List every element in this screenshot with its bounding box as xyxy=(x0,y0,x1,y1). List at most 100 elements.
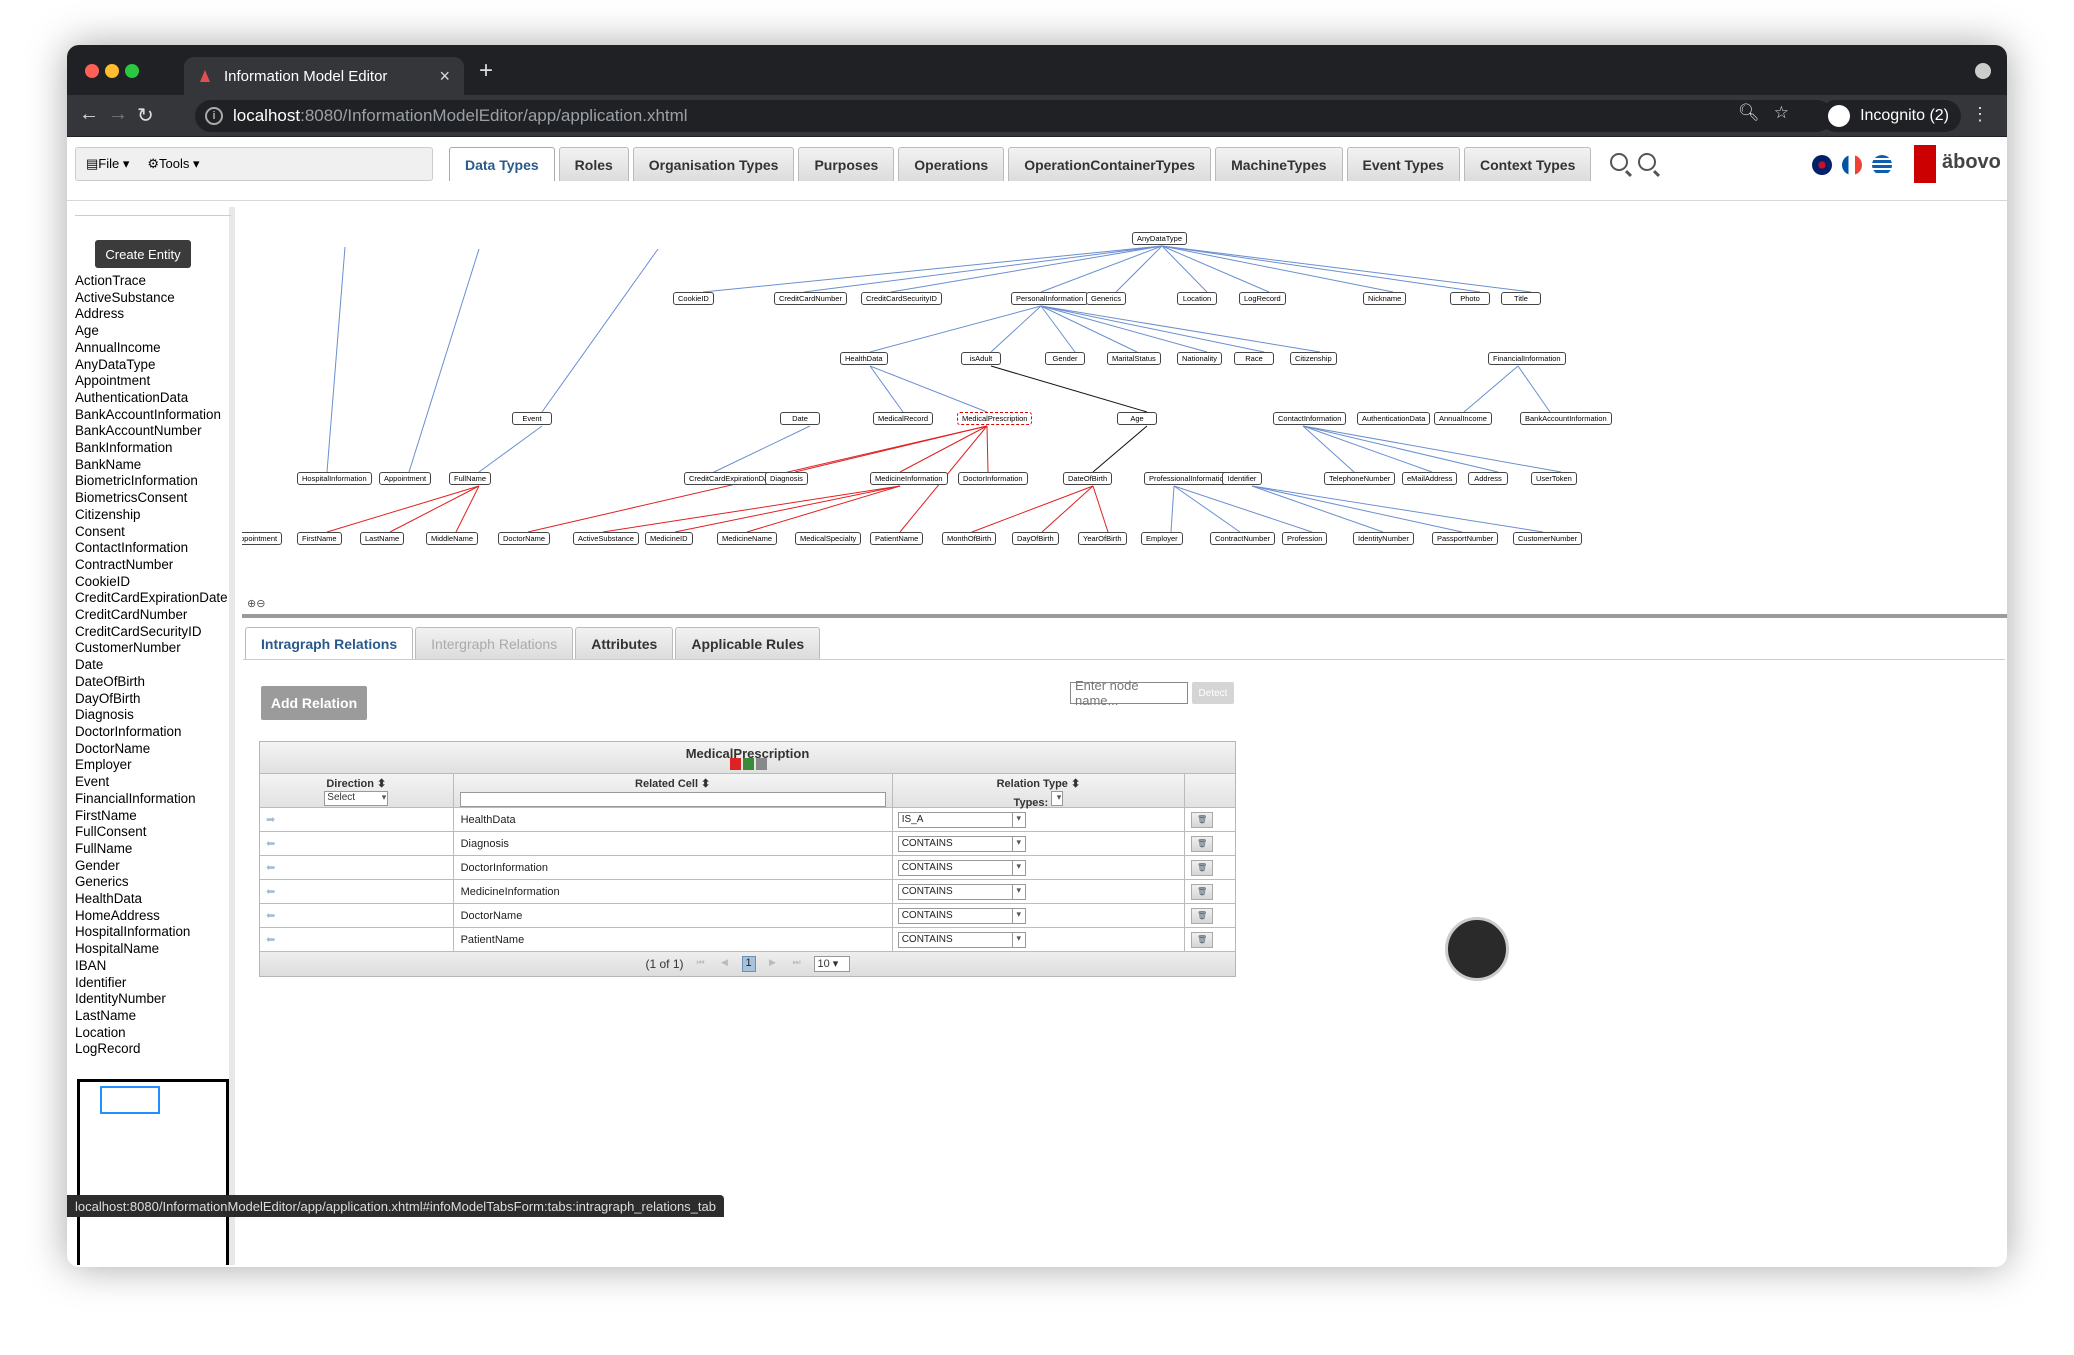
reload-icon[interactable]: ↻ xyxy=(137,103,154,128)
graph-node[interactable]: Title xyxy=(1501,292,1541,305)
graph-node[interactable]: MonthOfBirth xyxy=(942,532,997,545)
entity-list-item[interactable]: Date xyxy=(75,657,233,674)
graph-node[interactable]: Race xyxy=(1234,352,1274,365)
entity-list-item[interactable]: Identifier xyxy=(75,975,233,992)
graph-node[interactable]: DateOfBirth xyxy=(1063,472,1113,485)
entity-list-item[interactable]: Age xyxy=(75,323,233,340)
zoom-in-icon[interactable] xyxy=(1610,153,1628,171)
entity-list-item[interactable]: LastName xyxy=(75,1008,233,1025)
graph-node[interactable]: Identifier xyxy=(1222,472,1262,485)
graph-node[interactable]: FullName xyxy=(449,472,492,485)
back-arrow-icon[interactable]: ← xyxy=(79,103,99,126)
tab-machinetypes[interactable]: MachineTypes xyxy=(1215,147,1343,181)
maximize-window-button[interactable] xyxy=(125,64,139,78)
delete-relation-icon[interactable]: 🗑 xyxy=(1191,859,1214,876)
delete-relation-icon[interactable]: 🗑 xyxy=(1191,835,1214,852)
graph-canvas[interactable]: AnyDataType CookieID CreditCardNumber Credi… xyxy=(242,209,2007,609)
entity-list-item[interactable]: DoctorInformation xyxy=(75,724,233,741)
graph-node[interactable]: DayOfBirth xyxy=(1012,532,1059,545)
delete-relation-icon[interactable]: 🗑 xyxy=(1191,883,1214,900)
graph-node[interactable]: LogRecord xyxy=(1239,292,1286,305)
entity-list-item[interactable]: Gender xyxy=(75,858,233,875)
entity-list-item[interactable]: HomeAddress xyxy=(75,908,233,925)
graph-node[interactable]: Address xyxy=(1468,472,1508,485)
graph-node[interactable]: Nationality xyxy=(1177,352,1223,365)
graph-node[interactable]: BankAccountInformation xyxy=(1520,412,1612,425)
graph-node[interactable]: FinancialInformation xyxy=(1488,352,1566,365)
entity-list-item[interactable]: IdentityNumber xyxy=(75,991,233,1008)
entity-list-item[interactable]: CreditCardExpirationDate xyxy=(75,590,233,607)
entity-list-item[interactable]: Location xyxy=(75,1025,233,1042)
table-row[interactable]: ⬅ MedicineInformationCONTAINS 🗑 xyxy=(260,880,1235,904)
chatbot-avatar-icon[interactable] xyxy=(1445,917,1509,981)
entity-list-item[interactable]: Address xyxy=(75,306,233,323)
related-cell-filter-input[interactable] xyxy=(459,792,886,807)
graph-node[interactable]: AnnualIncome xyxy=(1434,412,1492,425)
tab-purposes[interactable]: Purposes xyxy=(798,147,895,181)
entity-list-item[interactable]: ActiveSubstance xyxy=(75,290,233,307)
file-menu[interactable]: ▤File ▾ xyxy=(86,156,129,172)
last-page-icon[interactable]: ⏭ xyxy=(790,957,804,971)
entity-list-item[interactable]: AuthenticationData xyxy=(75,390,233,407)
table-row[interactable]: ⬅ DiagnosisCONTAINS 🗑 xyxy=(260,832,1235,856)
page-1-link[interactable]: 1 xyxy=(741,956,756,972)
graph-node[interactable]: ContractNumber xyxy=(1210,532,1276,545)
site-info-icon[interactable]: i xyxy=(205,107,223,125)
entity-list-item[interactable]: LogRecord xyxy=(75,1041,233,1058)
graph-node[interactable]: Event xyxy=(512,412,552,425)
relation-type-select[interactable]: CONTAINS xyxy=(897,835,1026,852)
graph-node[interactable]: CookieID xyxy=(673,292,714,305)
relation-type-select[interactable]: CONTAINS xyxy=(897,883,1026,900)
graph-node[interactable]: MaritalStatus xyxy=(1107,352,1161,365)
graph-node[interactable]: HealthData xyxy=(840,352,888,365)
table-row[interactable]: ⬅ DoctorInformationCONTAINS 🗑 xyxy=(260,856,1235,880)
graph-node[interactable]: Appointment xyxy=(242,532,283,545)
incognito-badge[interactable]: Incognito (2) xyxy=(1820,100,1961,132)
rows-per-page-select[interactable]: 10 ▾ xyxy=(813,956,850,972)
new-tab-icon[interactable]: + xyxy=(479,57,493,85)
csv-export-icon[interactable] xyxy=(756,758,767,770)
direction-header[interactable]: Direction ⬍ Select xyxy=(260,774,454,807)
create-entity-button[interactable]: Create Entity xyxy=(95,240,191,268)
relation-type-select[interactable]: CONTAINS xyxy=(897,931,1026,948)
graph-node[interactable]: MedicineName xyxy=(717,532,778,545)
subtab-applicable-rules[interactable]: Applicable Rules xyxy=(675,627,821,659)
entity-list-item[interactable]: BankName xyxy=(75,457,233,474)
entity-list-item[interactable]: FullName xyxy=(75,841,233,858)
prev-page-icon[interactable]: ◀ xyxy=(718,957,732,971)
entity-list-item[interactable]: DoctorName xyxy=(75,741,233,758)
delete-relation-icon[interactable]: 🗑 xyxy=(1191,931,1214,948)
graph-node[interactable]: MiddleName xyxy=(426,532,479,545)
entity-list-item[interactable]: BiometricInformation xyxy=(75,473,233,490)
minimap-viewport[interactable] xyxy=(100,1086,160,1114)
graph-node[interactable]: Age xyxy=(1117,412,1157,425)
graph-node[interactable]: AuthenticationData xyxy=(1357,412,1431,425)
close-window-button[interactable] xyxy=(85,64,99,78)
entity-list-item[interactable]: Diagnosis xyxy=(75,707,233,724)
graph-node[interactable]: CreditCardSecurityID xyxy=(861,292,942,305)
entity-list-item[interactable]: CookieID xyxy=(75,574,233,591)
forward-arrow-icon[interactable]: → xyxy=(108,103,128,126)
tab-organisation-types[interactable]: Organisation Types xyxy=(632,147,795,181)
graph-node[interactable]: Generics xyxy=(1086,292,1127,305)
graph-zoom-icons[interactable]: ⊕⊖ xyxy=(247,597,265,610)
graph-node[interactable]: DoctorInformation xyxy=(958,472,1028,485)
delete-relation-icon[interactable]: 🗑 xyxy=(1191,811,1214,828)
tab-operationcontainertypes[interactable]: OperationContainerTypes xyxy=(1008,147,1212,181)
graph-node[interactable]: MedicalRecord xyxy=(873,412,934,425)
entity-list-item[interactable]: BankInformation xyxy=(75,440,233,457)
graph-node[interactable]: Appointment xyxy=(379,472,432,485)
entity-list-item[interactable]: Consent xyxy=(75,524,233,541)
entity-list-item[interactable]: Generics xyxy=(75,874,233,891)
graph-node[interactable]: MedicalPrescription xyxy=(957,412,1033,425)
entity-list-item[interactable]: ContactInformation xyxy=(75,540,233,557)
entity-list-item[interactable]: Employer xyxy=(75,757,233,774)
entity-list-item[interactable]: ActionTrace xyxy=(75,273,233,290)
graph-node[interactable]: Profession xyxy=(1282,532,1328,545)
entity-list-item[interactable]: FirstName xyxy=(75,808,233,825)
tab-context-types[interactable]: Context Types xyxy=(1463,147,1592,181)
detect-button[interactable]: Detect xyxy=(1192,682,1234,704)
graph-node[interactable]: Location xyxy=(1177,292,1217,305)
entity-list-item[interactable]: ContractNumber xyxy=(75,557,233,574)
minimize-window-button[interactable] xyxy=(105,64,119,78)
